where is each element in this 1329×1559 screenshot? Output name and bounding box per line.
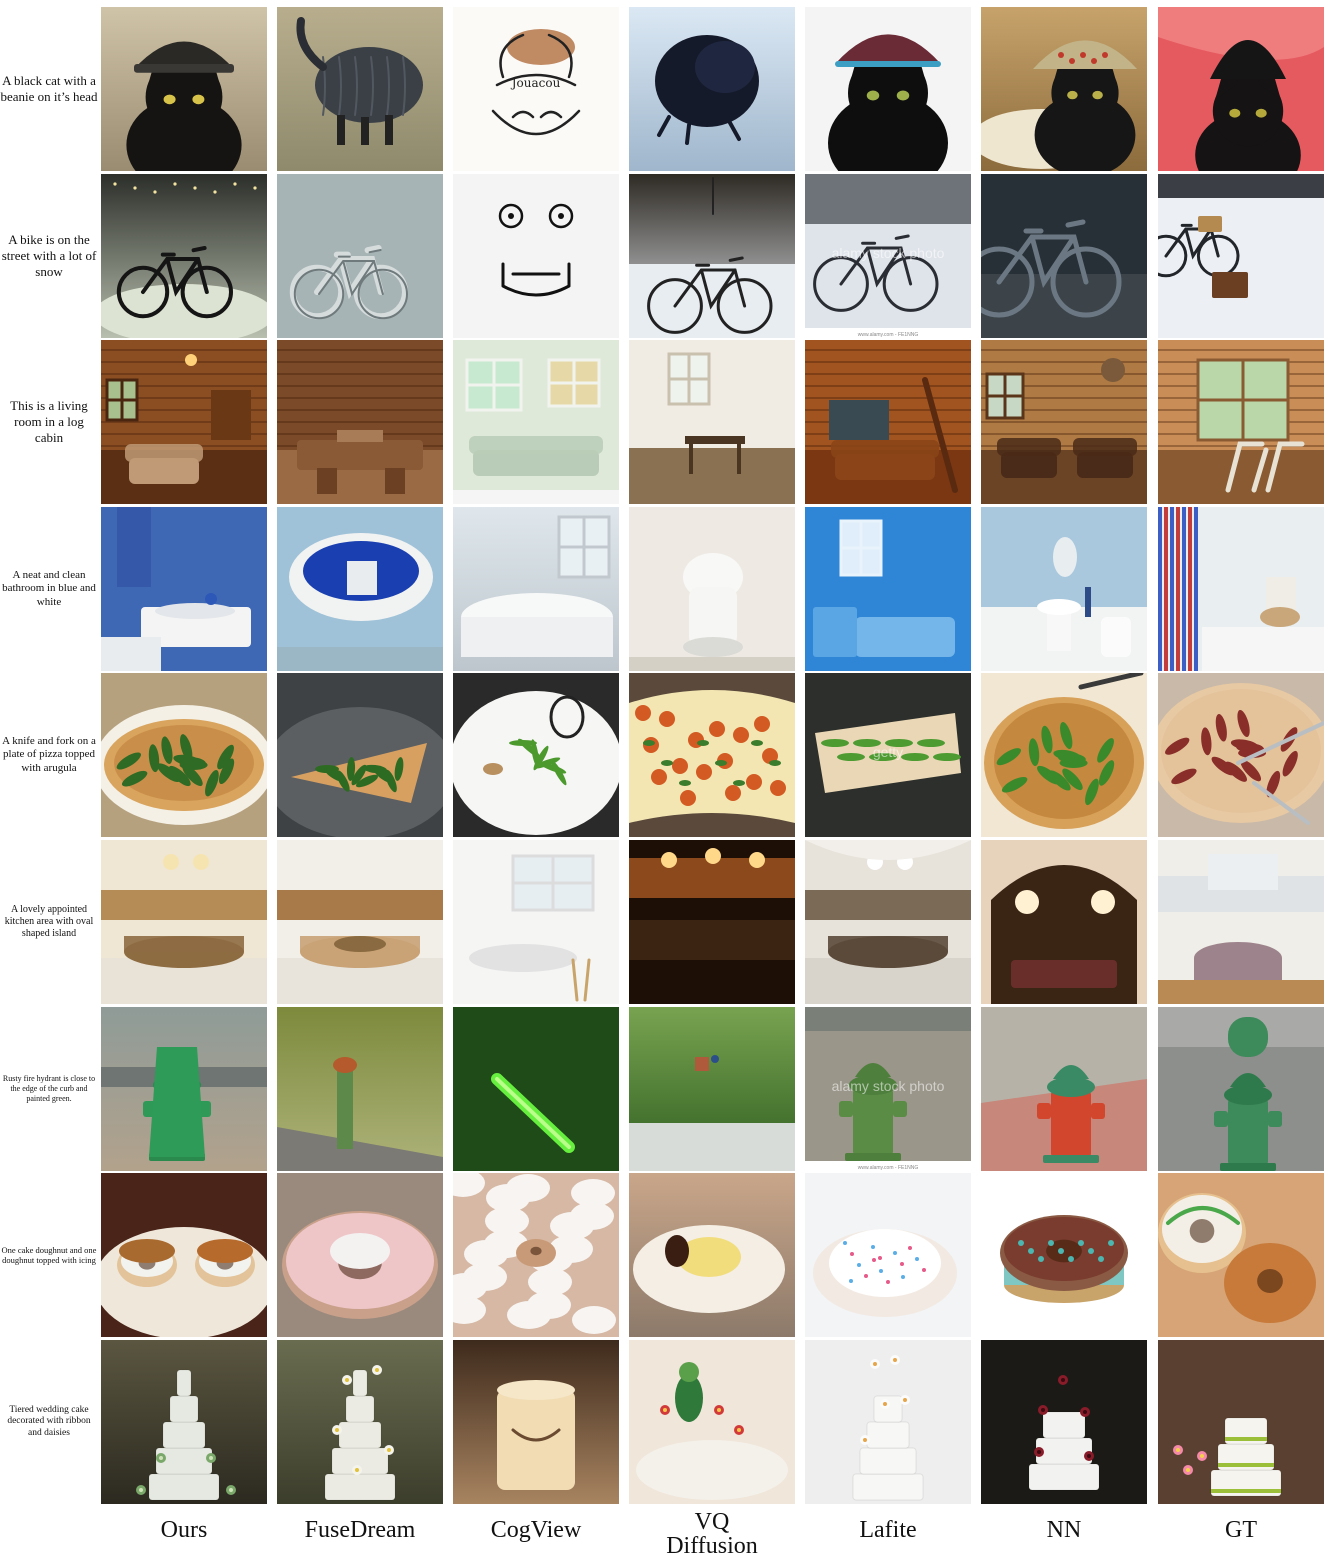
green-hydrant-gt-image: [1158, 1007, 1324, 1171]
cat-dark-beanie-image: [805, 7, 971, 171]
row-caption: This is a living room in a log cabin: [10, 398, 88, 445]
row-caption: A bike is on the street with a lot of sn…: [1, 232, 97, 279]
pizza-slices-watermark-image: getty: [805, 673, 971, 837]
column-label: GT: [1225, 1517, 1257, 1543]
pizza-tomato-image: [629, 673, 795, 837]
chocolate-doughnut-image: [981, 1173, 1147, 1337]
red-hydrant-image: [981, 1007, 1147, 1171]
white-plate-greens-image: [453, 673, 619, 837]
kitchen-arch-lamps-image: [981, 840, 1147, 1004]
green-streak-image: [453, 1007, 619, 1171]
svg-text:getty: getty: [873, 744, 903, 760]
row-caption: A neat and clean bathroom in blue and wh…: [2, 568, 96, 608]
green-hydrant-image: [101, 1007, 267, 1171]
bike-dark-parking-image: [981, 174, 1147, 338]
iced-and-cake-doughnut-image: [1158, 1173, 1324, 1337]
pizza-arugula-image: [101, 673, 267, 837]
white-icing-blur-image: [453, 1173, 619, 1337]
cat-red-blanket-image: [1158, 7, 1324, 171]
black-fur-closeup-image: [629, 7, 795, 171]
two-doughnuts-plate-image: [101, 1173, 267, 1337]
cake-green-ribbon-image: [1158, 1340, 1324, 1504]
hydrant-watermark-image: alamy stock photo www.alamy.com - FE1NNG: [805, 1007, 971, 1171]
cabin-wood-furniture-image: [277, 340, 443, 504]
white-tiered-cake-image: [101, 1340, 267, 1504]
svg-text:www.alamy.com - FE1NNG: www.alamy.com - FE1NNG: [858, 1165, 919, 1171]
column-label: CogView: [490, 1517, 582, 1543]
pizza-slice-greens-image: [277, 673, 443, 837]
bathroom-striped-curtain-image: [1158, 507, 1324, 671]
svg-text:alamy stock photo: alamy stock photo: [832, 1078, 945, 1094]
svg-text:Jouacou: Jouacou: [510, 76, 561, 90]
pizza-arugula-knife-image: [981, 673, 1147, 837]
row-caption: Tiered wedding cake decorated with ribbo…: [7, 1404, 91, 1438]
cat-patterned-hat-image: [981, 7, 1147, 171]
blue-bathroom-sink-image: [101, 507, 267, 671]
bike-sketch-snow-image: [277, 174, 443, 338]
column-label: NN: [1046, 1517, 1082, 1543]
row-caption: Rusty fire hydrant is close to the edge …: [2, 1074, 96, 1103]
row-caption: A black cat with a beanie on it’s head: [0, 73, 98, 104]
sketch-cat-face-image: Jouacou: [453, 7, 619, 171]
cake-white-flowers-image: [805, 1340, 971, 1504]
svg-text:alamy stock photo: alamy stock photo: [832, 245, 945, 261]
blue-bathtub-image: [277, 507, 443, 671]
cabin-orange-interior-image: [805, 340, 971, 504]
model-comparison-figure: A black cat with a beanie on it’s head Jo…: [0, 0, 1329, 1559]
bright-dining-room-image: [629, 340, 795, 504]
pink-doughnut-image: [277, 1173, 443, 1337]
white-bathtub-image: [453, 507, 619, 671]
candle-cake-image: [453, 1340, 619, 1504]
cabin-leather-sofas-image: [981, 340, 1147, 504]
column-label: VQ Diffusion: [666, 1509, 758, 1559]
bike-snow-dark-street-image: [629, 174, 795, 338]
kitchen-wood-island-image: [277, 840, 443, 1004]
bike-doodle-face-image: [453, 174, 619, 338]
cake-roses-dark-image: [981, 1340, 1147, 1504]
kitchen-oval-island-image: [101, 840, 267, 1004]
bike-basket-snow-image: [1158, 174, 1324, 338]
blue-bathroom-tub-image: [805, 507, 971, 671]
pizza-meat-knife-image: [1158, 673, 1324, 837]
cabin-living-room-image: [101, 340, 267, 504]
iced-doughnut-image: [805, 1173, 971, 1337]
row-caption: A lovely appointed kitchen area with ova…: [4, 903, 94, 940]
kitchen-round-island-image: [1158, 840, 1324, 1004]
kitchen-arch-ceiling-image: [805, 840, 971, 1004]
svg-text:www.alamy.com - FE1NNG: www.alamy.com - FE1NNG: [858, 332, 919, 338]
hydrant-grass-image: [277, 1007, 443, 1171]
cat-knit-blob-image: [277, 7, 443, 171]
cat-beanie-image: [101, 7, 267, 171]
dark-kitchen-image: [629, 840, 795, 1004]
bike-snow-night-image: [101, 174, 267, 338]
column-label: Lafite: [859, 1517, 917, 1543]
cake-figurine-image: [629, 1340, 795, 1504]
white-toilet-image: [629, 507, 795, 671]
column-label: FuseDream: [304, 1517, 416, 1543]
cream-dessert-blur-image: [629, 1173, 795, 1337]
bike-snow-watermark-image: alamy stock photo www.alamy.com - FE1NNG: [805, 174, 971, 338]
pastel-living-room-image: [453, 340, 619, 504]
white-kitchen-image: [453, 840, 619, 1004]
row-caption: One cake doughnut and one doughnut toppe…: [1, 1244, 97, 1265]
cake-daisies-image: [277, 1340, 443, 1504]
row-caption: A knife and fork on a plate of pizza top…: [2, 734, 96, 774]
green-field-image: [629, 1007, 795, 1171]
cabin-lounge-chairs-image: [1158, 340, 1324, 504]
column-label: Ours: [160, 1517, 208, 1543]
light-blue-bathroom-image: [981, 507, 1147, 671]
